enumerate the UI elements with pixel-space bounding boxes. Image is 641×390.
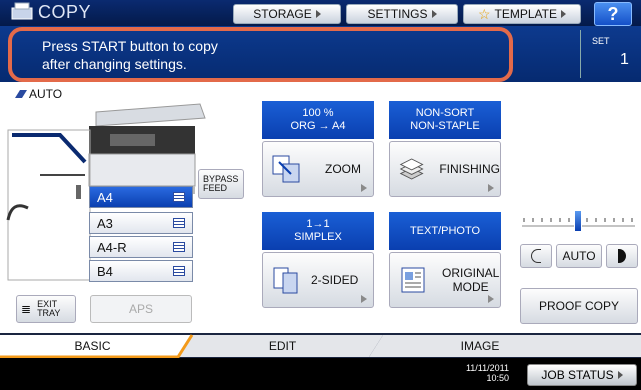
tray-icon	[173, 266, 185, 276]
zoom-status: 100 % ORG → A4	[262, 101, 374, 139]
tab-image[interactable]: IMAGE	[380, 335, 580, 356]
duplex-mode: SIMPLEX	[294, 231, 342, 243]
exit-tray-icon: ≣	[21, 301, 32, 316]
tray-icon	[173, 192, 185, 202]
bypass-feed-button[interactable]: BYPASS FEED	[198, 169, 244, 199]
paper-tray-b4[interactable]: B4	[89, 260, 193, 282]
original-mode-label: ORIGINAL MODE	[442, 266, 499, 294]
zoom-button[interactable]: ZOOM	[262, 141, 374, 197]
finishing-label: FINISHING	[439, 162, 500, 176]
tray-icon	[173, 242, 185, 252]
original-mode-line-1: ORIGINAL	[442, 266, 500, 280]
chevron-right-icon	[617, 371, 623, 379]
sort-mode: NON-SORT	[415, 107, 475, 119]
template-button[interactable]: ☆ TEMPLATE	[463, 4, 581, 24]
original-mode-button[interactable]: ORIGINAL MODE	[389, 252, 501, 308]
corner-arrow-icon	[488, 295, 494, 303]
density-slider-handle[interactable]	[574, 210, 582, 232]
auto-paper-icon	[15, 90, 27, 98]
paper-tray-a3[interactable]: A3	[89, 212, 193, 234]
darker-button[interactable]	[606, 244, 638, 268]
duplex-icon	[273, 267, 298, 294]
two-sided-label: 2-SIDED	[311, 273, 359, 287]
half-circle-light-icon	[531, 249, 541, 263]
status-message: Press START button to copy after changin…	[8, 27, 513, 82]
zoom-paper: ORG → A4	[290, 120, 346, 132]
time-text: 10:50	[486, 373, 509, 383]
chevron-right-icon	[431, 10, 437, 18]
paper-size-label: A3	[97, 215, 113, 231]
chevron-right-icon	[315, 10, 321, 18]
bypass-feed-label: BYPASS FEED	[203, 174, 239, 193]
zoom-label: ZOOM	[325, 162, 361, 176]
help-button[interactable]: ?	[594, 2, 632, 26]
set-count: 1	[620, 51, 629, 68]
paper-size-label: B4	[97, 263, 113, 279]
star-icon: ☆	[477, 5, 491, 22]
duplex-status: 1→1 SIMPLEX	[262, 212, 374, 250]
set-divider	[580, 30, 581, 78]
tab-edit[interactable]: EDIT	[190, 335, 375, 356]
job-status-label: JOB STATUS	[541, 368, 614, 382]
original-mode-status: TEXT/PHOTO	[389, 212, 501, 250]
date-text: 11/11/2011	[465, 363, 509, 373]
paper-tray-a4[interactable]: A4	[89, 186, 193, 208]
document-icon	[401, 267, 425, 293]
exit-tray-label: EXIT TRAY	[37, 299, 61, 318]
paper-stack-icon	[399, 158, 424, 180]
lighter-button[interactable]	[520, 244, 552, 268]
settings-label: SETTINGS	[367, 7, 428, 21]
set-label: SET	[592, 36, 610, 46]
date-time: 11/11/2011 10:50	[463, 363, 509, 383]
duplex-ratio: 1→1	[306, 218, 330, 230]
paper-tray-a4r[interactable]: A4-R	[89, 236, 193, 258]
paper-size-label: A4	[97, 189, 113, 205]
copier-app-icon	[11, 2, 33, 20]
corner-arrow-icon	[361, 295, 367, 303]
zoom-ratio: 100 %	[302, 107, 334, 119]
original-mode-line-2: MODE	[452, 280, 489, 294]
storage-label: STORAGE	[253, 7, 312, 21]
storage-button[interactable]: STORAGE	[233, 4, 341, 24]
tab-basic[interactable]: BASIC	[0, 335, 185, 356]
zoom-icon	[272, 155, 300, 183]
two-sided-button[interactable]: 2-SIDED	[262, 252, 374, 308]
exit-tray-button[interactable]: ≣ EXIT TRAY	[16, 295, 76, 323]
auto-paper-label: AUTO	[29, 87, 63, 101]
template-label: TEMPLATE	[494, 7, 558, 21]
message-line-1: Press START button to copy	[42, 38, 218, 54]
app-title: COPY	[38, 2, 92, 22]
corner-arrow-icon	[361, 184, 367, 192]
tray-icon	[173, 218, 185, 228]
density-auto-button[interactable]: AUTO	[556, 244, 602, 268]
finishing-button[interactable]: FINISHING	[389, 141, 501, 197]
staple-mode: NON-STAPLE	[410, 120, 480, 132]
corner-arrow-icon	[488, 184, 494, 192]
settings-button[interactable]: SETTINGS	[346, 4, 458, 24]
chevron-right-icon	[561, 10, 567, 18]
paper-size-label: A4-R	[97, 239, 127, 255]
half-circle-dark-icon	[618, 249, 626, 263]
finishing-status: NON-SORT NON-STAPLE	[389, 101, 501, 139]
aps-button[interactable]: APS	[90, 295, 192, 323]
message-line-2: after changing settings.	[42, 56, 187, 72]
job-status-button[interactable]: JOB STATUS	[527, 364, 637, 386]
proof-copy-button[interactable]: PROOF COPY	[520, 288, 638, 324]
